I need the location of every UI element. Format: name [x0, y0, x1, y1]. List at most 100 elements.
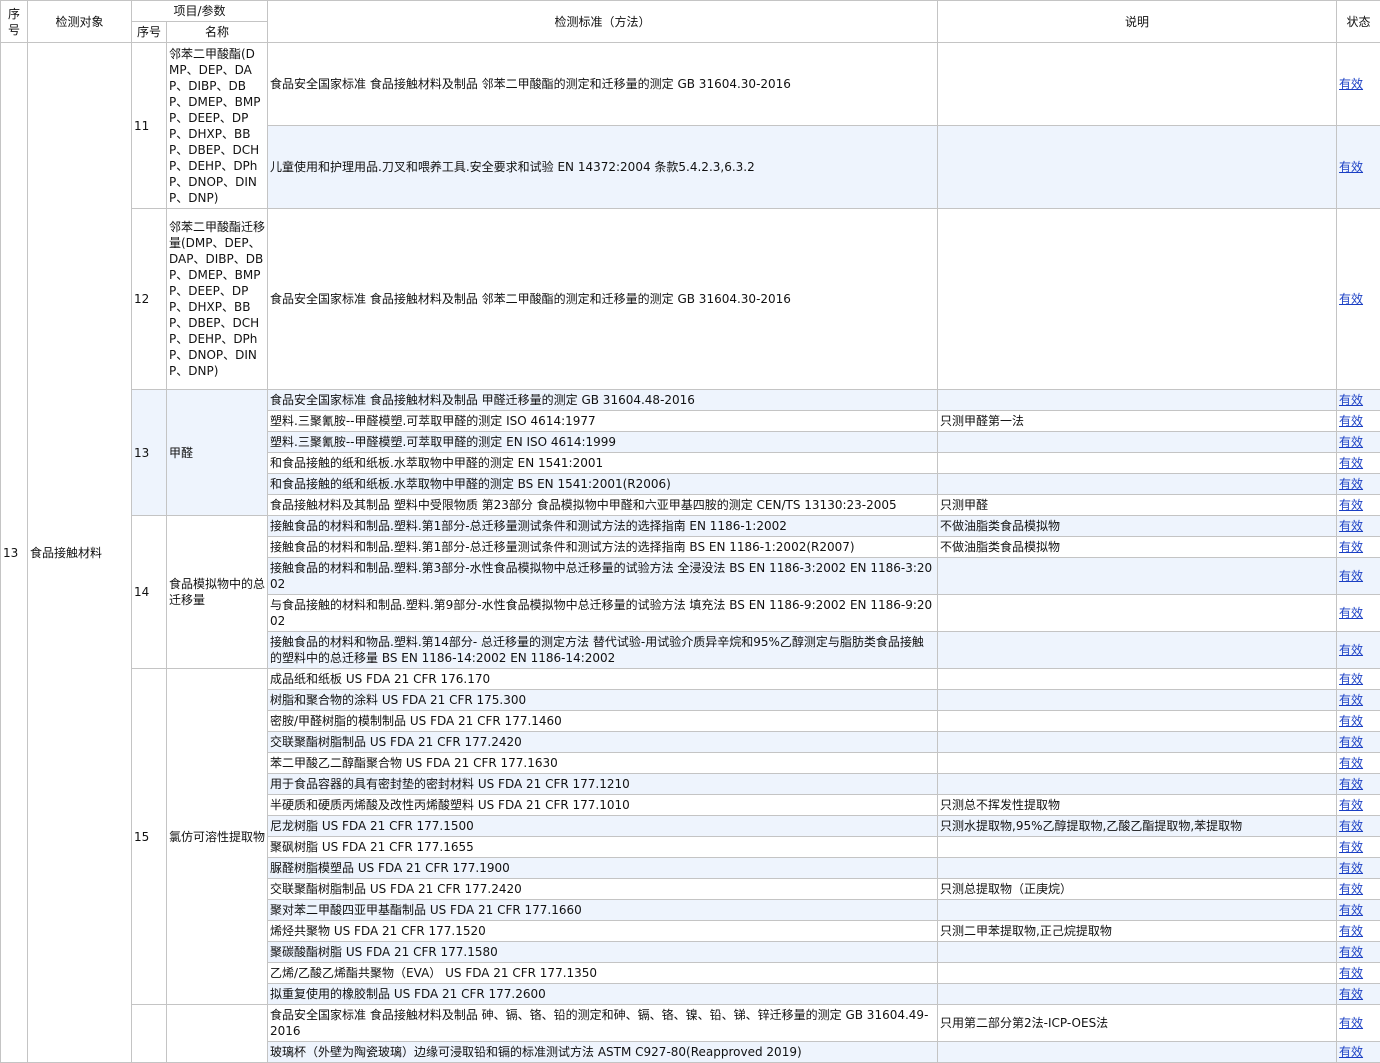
status-cell: 有效 — [1337, 453, 1380, 474]
standard-cell: 脲醛树脂模塑品 US FDA 21 CFR 177.1900 — [268, 858, 938, 879]
status-link[interactable]: 有效 — [1339, 861, 1363, 875]
header-standard: 检测标准（方法） — [268, 1, 938, 43]
status-link[interactable]: 有效 — [1339, 77, 1363, 91]
standard-cell: 和食品接触的纸和纸板.水萃取物中甲醛的测定 BS EN 1541:2001(R2… — [268, 474, 938, 495]
status-link[interactable]: 有效 — [1339, 819, 1363, 833]
status-link[interactable]: 有效 — [1339, 966, 1363, 980]
table-body: 13食品接触材料11邻苯二甲酸酯(DMP、DEP、DAP、DIBP、DBP、DM… — [1, 43, 1380, 1063]
status-link[interactable]: 有效 — [1339, 756, 1363, 770]
param-seq: 11 — [132, 43, 167, 209]
param-name: 食品模拟物中的总迁移量 — [167, 516, 268, 669]
note-cell — [938, 390, 1337, 411]
standard-cell: 接触食品的材料和制品.塑料.第3部分-水性食品模拟物中总迁移量的试验方法 全浸没… — [268, 558, 938, 595]
status-link[interactable]: 有效 — [1339, 643, 1363, 657]
status-link[interactable]: 有效 — [1339, 672, 1363, 686]
status-cell: 有效 — [1337, 858, 1380, 879]
note-cell — [938, 43, 1337, 126]
status-link[interactable]: 有效 — [1339, 606, 1363, 620]
note-cell — [938, 984, 1337, 1005]
header-seq: 序号 — [1, 1, 28, 43]
note-cell: 只测甲醛 — [938, 495, 1337, 516]
note-cell: 只测二甲苯提取物,正己烷提取物 — [938, 921, 1337, 942]
status-cell: 有效 — [1337, 690, 1380, 711]
status-cell: 有效 — [1337, 879, 1380, 900]
status-link[interactable]: 有效 — [1339, 292, 1363, 306]
status-cell: 有效 — [1337, 795, 1380, 816]
status-link[interactable]: 有效 — [1339, 498, 1363, 512]
note-cell: 不做油脂类食品模拟物 — [938, 537, 1337, 558]
status-link[interactable]: 有效 — [1339, 393, 1363, 407]
note-cell — [938, 753, 1337, 774]
status-link[interactable]: 有效 — [1339, 1016, 1363, 1030]
standard-cell: 交联聚酯树脂制品 US FDA 21 CFR 177.2420 — [268, 732, 938, 753]
header-object: 检测对象 — [28, 1, 132, 43]
status-cell: 有效 — [1337, 1042, 1380, 1063]
status-link[interactable]: 有效 — [1339, 540, 1363, 554]
standard-cell: 密胺/甲醛树脂的模制制品 US FDA 21 CFR 177.1460 — [268, 711, 938, 732]
standard-cell: 用于食品容器的具有密封垫的密封材料 US FDA 21 CFR 177.1210 — [268, 774, 938, 795]
note-cell — [938, 942, 1337, 963]
status-cell: 有效 — [1337, 921, 1380, 942]
note-cell — [938, 732, 1337, 753]
note-cell — [938, 432, 1337, 453]
note-cell — [938, 453, 1337, 474]
status-link[interactable]: 有效 — [1339, 714, 1363, 728]
header-param-group: 项目/参数 — [132, 1, 268, 22]
standard-cell: 尼龙树脂 US FDA 21 CFR 177.1500 — [268, 816, 938, 837]
standard-cell: 食品安全国家标准 食品接触材料及制品 邻苯二甲酸酯的测定和迁移量的测定 GB 3… — [268, 209, 938, 390]
status-cell: 有效 — [1337, 1005, 1380, 1042]
param-name: 甲醛 — [167, 390, 268, 516]
status-link[interactable]: 有效 — [1339, 1045, 1363, 1059]
standard-cell: 食品安全国家标准 食品接触材料及制品 邻苯二甲酸酯的测定和迁移量的测定 GB 3… — [268, 43, 938, 126]
table-row: 12邻苯二甲酸酯迁移量(DMP、DEP、DAP、DIBP、DBP、DMEP、BM… — [1, 209, 1380, 390]
status-cell: 有效 — [1337, 474, 1380, 495]
status-link[interactable]: 有效 — [1339, 693, 1363, 707]
table-row: 食品安全国家标准 食品接触材料及制品 砷、镉、铬、铅的测定和砷、镉、铬、镍、铅、… — [1, 1005, 1380, 1042]
standard-cell: 接触食品的材料和制品.塑料.第1部分-总迁移量测试条件和测试方法的选择指南 EN… — [268, 516, 938, 537]
header-param-seq: 序号 — [132, 22, 167, 43]
note-cell — [938, 632, 1337, 669]
status-link[interactable]: 有效 — [1339, 435, 1363, 449]
status-link[interactable]: 有效 — [1339, 882, 1363, 896]
status-link[interactable]: 有效 — [1339, 414, 1363, 428]
note-cell — [938, 900, 1337, 921]
status-cell: 有效 — [1337, 516, 1380, 537]
standard-cell: 交联聚酯树脂制品 US FDA 21 CFR 177.2420 — [268, 879, 938, 900]
note-cell — [938, 837, 1337, 858]
standard-cell: 接触食品的材料和物品.塑料.第14部分- 总迁移量的测定方法 替代试验-用试验介… — [268, 632, 938, 669]
param-name: 氯仿可溶性提取物 — [167, 669, 268, 1005]
status-link[interactable]: 有效 — [1339, 735, 1363, 749]
note-cell: 只测甲醛第一法 — [938, 411, 1337, 432]
standard-cell: 食品安全国家标准 食品接触材料及制品 砷、镉、铬、铅的测定和砷、镉、铬、镍、铅、… — [268, 1005, 938, 1042]
status-link[interactable]: 有效 — [1339, 924, 1363, 938]
status-cell: 有效 — [1337, 837, 1380, 858]
standard-cell: 烯烃共聚物 US FDA 21 CFR 177.1520 — [268, 921, 938, 942]
note-cell — [938, 711, 1337, 732]
status-link[interactable]: 有效 — [1339, 777, 1363, 791]
status-link[interactable]: 有效 — [1339, 569, 1363, 583]
status-cell: 有效 — [1337, 390, 1380, 411]
note-cell: 只用第二部分第2法-ICP-OES法 — [938, 1005, 1337, 1042]
status-link[interactable]: 有效 — [1339, 945, 1363, 959]
status-link[interactable]: 有效 — [1339, 519, 1363, 533]
status-link[interactable]: 有效 — [1339, 840, 1363, 854]
group-seq: 13 — [1, 43, 28, 1063]
header-note: 说明 — [938, 1, 1337, 43]
status-cell: 有效 — [1337, 900, 1380, 921]
status-cell: 有效 — [1337, 753, 1380, 774]
status-cell: 有效 — [1337, 711, 1380, 732]
status-link[interactable]: 有效 — [1339, 160, 1363, 174]
status-cell: 有效 — [1337, 432, 1380, 453]
status-link[interactable]: 有效 — [1339, 987, 1363, 1001]
status-link[interactable]: 有效 — [1339, 798, 1363, 812]
param-seq: 15 — [132, 669, 167, 1005]
status-link[interactable]: 有效 — [1339, 456, 1363, 470]
note-cell: 只测水提取物,95%乙醇提取物,乙酸乙酯提取物,苯提取物 — [938, 816, 1337, 837]
standard-cell: 与食品接触的材料和制品.塑料.第9部分-水性食品模拟物中总迁移量的试验方法 填充… — [268, 595, 938, 632]
status-link[interactable]: 有效 — [1339, 903, 1363, 917]
status-cell: 有效 — [1337, 411, 1380, 432]
status-link[interactable]: 有效 — [1339, 477, 1363, 491]
param-seq: 12 — [132, 209, 167, 390]
note-cell: 不做油脂类食品模拟物 — [938, 516, 1337, 537]
standard-cell: 半硬质和硬质丙烯酸及改性丙烯酸塑料 US FDA 21 CFR 177.1010 — [268, 795, 938, 816]
